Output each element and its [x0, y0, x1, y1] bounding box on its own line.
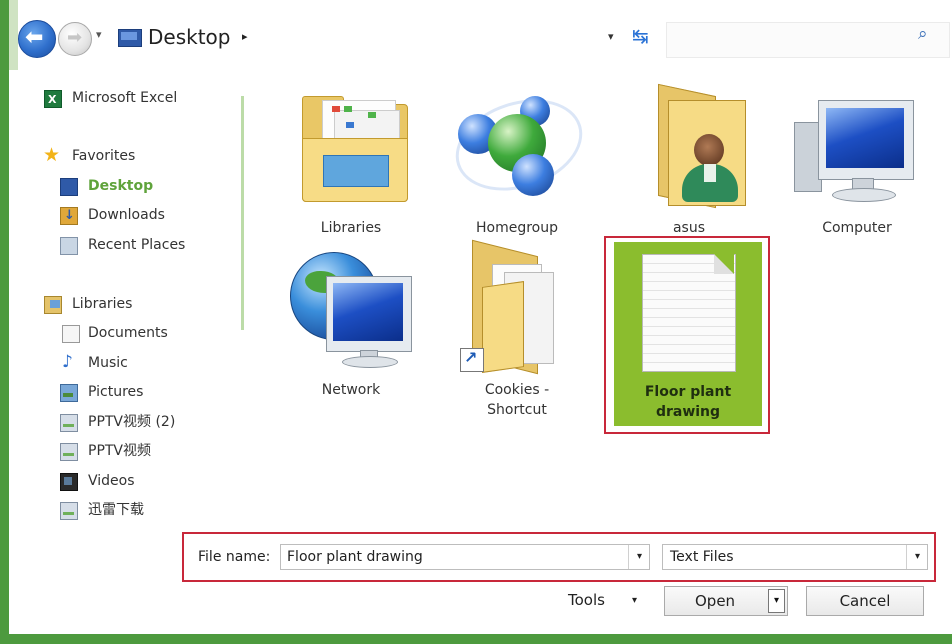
file-label: Libraries — [320, 220, 382, 236]
search-input[interactable] — [666, 22, 950, 58]
videos-icon — [60, 473, 78, 491]
desktop-icon — [118, 29, 142, 47]
network-icon — [286, 246, 416, 370]
drive-icon — [60, 443, 78, 461]
downloads-icon — [60, 204, 78, 228]
page-fold-icon — [714, 254, 734, 274]
tools-label: Tools — [568, 591, 605, 609]
file-label: Homegroup — [475, 220, 558, 236]
computer-icon — [792, 82, 922, 206]
libraries-icon — [44, 296, 62, 314]
recent-places-icon — [60, 237, 78, 255]
star-icon: ★ — [43, 144, 61, 166]
history-dropdown[interactable]: ▾ — [96, 28, 102, 41]
forward-button[interactable]: ➡ — [58, 22, 92, 56]
filetype-value: Text Files — [670, 549, 734, 565]
file-label: Network — [321, 382, 381, 398]
desktop-icon — [60, 178, 78, 196]
file-label-line1: Floor plant — [644, 384, 732, 400]
shortcut-folder-icon — [452, 239, 582, 375]
window-frame-left — [0, 0, 9, 644]
filename-label: File name: — [198, 549, 271, 565]
drive-icon — [60, 414, 78, 432]
back-button[interactable]: ⬅ — [18, 20, 56, 58]
search-icon[interactable]: ⌕ — [918, 24, 928, 44]
libraries-folder-icon — [286, 82, 416, 206]
back-arrow-icon: ⬅ — [25, 25, 44, 50]
file-label: asus — [672, 220, 706, 236]
breadcrumb-desktop[interactable]: Desktop — [148, 25, 230, 49]
window-frame-bottom — [0, 634, 952, 644]
file-label: Floor plant drawing — [614, 382, 762, 422]
file-label: Computer — [822, 220, 892, 236]
music-icon: ♪ — [62, 352, 73, 372]
shortcut-arrow-icon — [460, 348, 484, 372]
breadcrumb-chevron-icon[interactable]: ▸ — [242, 30, 248, 43]
filename-dropdown-icon[interactable]: ▾ — [628, 545, 650, 569]
filetype-dropdown-icon[interactable]: ▾ — [906, 545, 928, 569]
open-label: Open — [695, 592, 736, 610]
address-bar: ⬅ ➡ ▾ Desktop ▸ ▾ ↹ ⌕ — [18, 18, 950, 62]
filename-input[interactable] — [280, 544, 650, 570]
document-icon — [62, 325, 80, 343]
cancel-button[interactable]: Cancel — [806, 586, 924, 616]
homegroup-icon — [443, 82, 595, 206]
refresh-icon[interactable]: ↹ — [632, 24, 649, 48]
pictures-icon — [60, 384, 78, 402]
excel-icon — [44, 88, 62, 112]
open-dropdown-icon[interactable]: ▾ — [768, 589, 785, 613]
chevron-down-icon: ▾ — [632, 595, 638, 606]
window-frame-accent — [9, 0, 18, 70]
navigation-pane: Microsoft Excel ★ Favorites Desktop Down… — [18, 76, 240, 526]
forward-arrow-icon: ➡ — [67, 27, 83, 48]
file-label-line1: Cookies - — [484, 382, 550, 398]
file-label-line2: Shortcut — [487, 402, 547, 418]
cancel-label: Cancel — [839, 592, 891, 610]
navigation-scrollbar[interactable] — [241, 96, 244, 330]
user-folder-icon — [624, 80, 754, 209]
tools-button[interactable]: Tools ▾ — [552, 586, 652, 616]
file-label-line2: drawing — [655, 404, 721, 420]
address-dropdown[interactable]: ▾ — [608, 30, 614, 43]
drive-icon — [60, 502, 78, 520]
